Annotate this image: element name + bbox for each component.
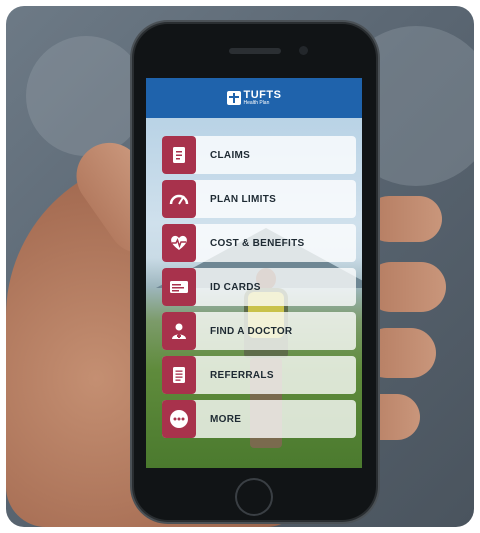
tufts-logo: TUFTS Health Plan: [226, 90, 282, 106]
home-button[interactable]: [235, 478, 273, 516]
app-screen: TUFTS Health Plan CLAIMS PLAN LIMITS COS…: [146, 78, 362, 468]
menu-label: FIND A DOCTOR: [210, 325, 293, 337]
menu-item-claims[interactable]: CLAIMS: [162, 136, 356, 174]
phone-device: TUFTS Health Plan CLAIMS PLAN LIMITS COS…: [134, 24, 376, 520]
id-card-icon: [162, 268, 196, 306]
finger: [366, 196, 442, 242]
menu-item-cost-benefits[interactable]: COST & BENEFITS: [162, 224, 356, 262]
menu-item-more[interactable]: MORE: [162, 400, 356, 438]
menu-label: COST & BENEFITS: [210, 237, 305, 249]
menu-label: REFERRALS: [210, 369, 274, 381]
logo-cross-icon: [226, 91, 241, 105]
menu-item-find-a-doctor[interactable]: FIND A DOCTOR: [162, 312, 356, 350]
menu-item-id-cards[interactable]: ID CARDS: [162, 268, 356, 306]
menu-label: ID CARDS: [210, 281, 261, 293]
menu-label: PLAN LIMITS: [210, 193, 277, 205]
finger: [366, 262, 446, 312]
document-icon: [162, 136, 196, 174]
speaker: [229, 48, 281, 54]
menu-item-referrals[interactable]: REFERRALS: [162, 356, 356, 394]
doctor-icon: [162, 312, 196, 350]
app-header: TUFTS Health Plan: [146, 78, 362, 118]
list-document-icon: [162, 356, 196, 394]
gauge-icon: [162, 180, 196, 218]
menu-label: CLAIMS: [210, 149, 251, 161]
main-menu: CLAIMS PLAN LIMITS COST & BENEFITS ID CA…: [162, 136, 356, 438]
menu-label: MORE: [210, 413, 242, 425]
brand-subtitle: Health Plan: [243, 100, 270, 106]
heartbeat-icon: [162, 224, 196, 262]
front-camera-icon: [299, 46, 308, 55]
menu-item-plan-limits[interactable]: PLAN LIMITS: [162, 180, 356, 218]
background-blur: [26, 36, 146, 156]
more-dots-icon: [162, 400, 196, 438]
